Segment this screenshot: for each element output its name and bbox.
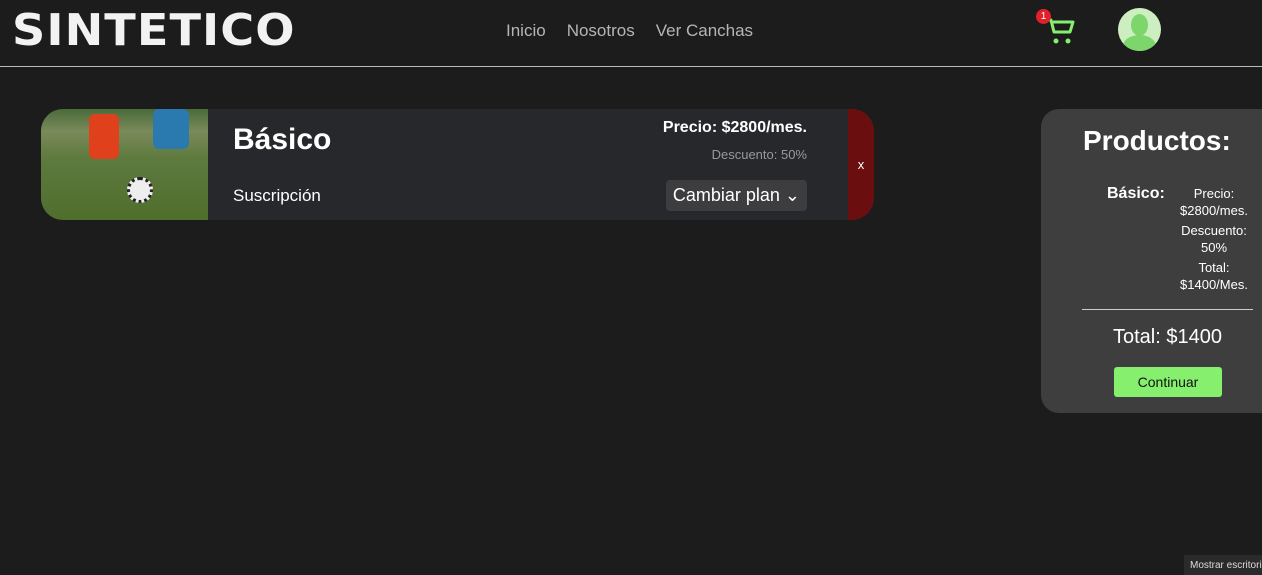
discount-label: Descuento: <box>1181 223 1247 238</box>
product-image <box>41 109 208 220</box>
avatar[interactable] <box>1118 8 1161 51</box>
summary-item-name: Básico: <box>1107 185 1165 202</box>
nav-link-ver-canchas[interactable]: Ver Canchas <box>656 21 753 41</box>
summary-item-details: Precio: $2800/mes. Descuento: 50% Total: $1… <box>1169 185 1259 296</box>
price-value: $2800/mes. <box>1180 203 1248 218</box>
price-label: Precio: <box>1193 186 1235 201</box>
item-discount: Descuento: 50% <box>711 147 807 162</box>
logo-text: SINTETICO <box>12 5 296 56</box>
summary-title: Productos: <box>1083 125 1231 156</box>
item-price: Precio: $2800/mes. <box>662 119 807 136</box>
item-total-value: $1400/Mes. <box>1180 277 1248 292</box>
discount-value: 50% <box>1200 240 1228 255</box>
summary-total: Total: $1400 <box>1113 326 1222 348</box>
item-subtitle: Suscripción <box>233 186 321 205</box>
logo[interactable]: SINTETICO <box>12 8 296 54</box>
summary-panel: Productos: Básico: Precio: $2800/mes. Des… <box>1041 109 1262 413</box>
continue-button[interactable]: Continuar <box>1114 367 1222 397</box>
divider <box>1082 309 1253 310</box>
nav-links: Inicio Nosotros Ver Canchas <box>506 21 753 41</box>
remove-item-button[interactable]: x <box>848 109 874 220</box>
item-total-label: Total: <box>1198 260 1230 275</box>
cart-count-badge: 1 <box>1036 9 1051 24</box>
nav-link-inicio[interactable]: Inicio <box>506 21 546 41</box>
navbar: SINTETICO Inicio Nosotros Ver Canchas 1 <box>0 0 1262 67</box>
nav-link-nosotros[interactable]: Nosotros <box>567 21 635 41</box>
show-desktop-tooltip: Mostrar escritorio <box>1184 555 1262 575</box>
item-title: Básico <box>233 123 332 156</box>
cart-item-card: Básico Suscripción Precio: $2800/mes. De… <box>41 109 874 220</box>
change-plan-select[interactable]: Cambiar plan ⌄ <box>665 180 807 211</box>
